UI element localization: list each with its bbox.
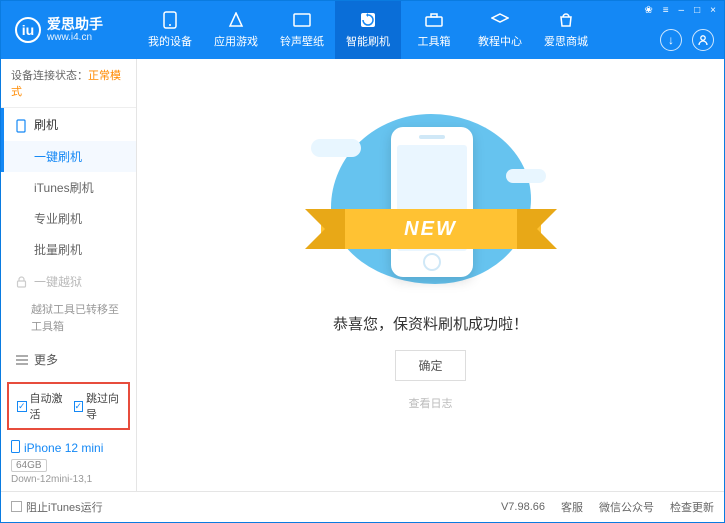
app-title: 爱思助手 bbox=[47, 16, 103, 33]
sidebar-item-pro-flash[interactable]: 专业刷机 bbox=[1, 203, 136, 234]
checkbox-block-itunes[interactable]: 阻止iTunes运行 bbox=[11, 499, 103, 515]
nav-toolbox[interactable]: 工具箱 bbox=[401, 1, 467, 59]
new-ribbon: NEW bbox=[321, 209, 541, 249]
sidebar-item-itunes-flash[interactable]: iTunes刷机 bbox=[1, 172, 136, 203]
status-bar: 阻止iTunes运行 V7.98.66 客服 微信公众号 检查更新 bbox=[1, 491, 724, 521]
device-name-text: iPhone 12 mini bbox=[24, 441, 103, 455]
phone-icon bbox=[160, 11, 180, 29]
checkbox-label: 跳过向导 bbox=[86, 390, 120, 422]
checkbox-empty-icon bbox=[11, 501, 22, 512]
wechat-link[interactable]: 微信公众号 bbox=[599, 499, 654, 515]
nav-apps[interactable]: 应用游戏 bbox=[203, 1, 269, 59]
section-label: 刷机 bbox=[34, 116, 58, 133]
device-meta: Down-12mini-13,1 bbox=[11, 474, 126, 485]
section-label: 更多 bbox=[34, 351, 58, 368]
view-log-link[interactable]: 查看日志 bbox=[409, 395, 453, 411]
nav-store[interactable]: 爱思商城 bbox=[533, 1, 599, 59]
toolbox-icon bbox=[424, 11, 444, 29]
menu-icon[interactable]: ≡ bbox=[659, 3, 673, 18]
sidebar-item-one-key-flash[interactable]: 一键刷机 bbox=[1, 141, 136, 172]
sidebar-item-other-tools[interactable]: 其他工具 bbox=[1, 376, 136, 378]
version-label: V7.98.66 bbox=[501, 501, 545, 513]
nav-tutorials[interactable]: 教程中心 bbox=[467, 1, 533, 59]
main-nav: 我的设备 应用游戏 铃声壁纸 智能刷机 工具箱 教程中心 爱思商城 bbox=[137, 1, 599, 59]
checkbox-label: 阻止iTunes运行 bbox=[26, 499, 103, 515]
nav-label: 工具箱 bbox=[418, 33, 451, 49]
apps-icon bbox=[226, 11, 246, 29]
app-header: iu 爱思助手 www.i4.cn 我的设备 应用游戏 铃声壁纸 智能刷机 工具… bbox=[1, 1, 724, 59]
nav-label: 教程中心 bbox=[478, 33, 522, 49]
close-button[interactable]: × bbox=[706, 3, 720, 18]
graduation-icon bbox=[490, 11, 510, 29]
phone-small-icon bbox=[11, 440, 20, 456]
section-label: 一键越狱 bbox=[34, 273, 82, 290]
nav-label: 铃声壁纸 bbox=[280, 33, 324, 49]
nav-label: 我的设备 bbox=[148, 33, 192, 49]
logo-area: iu 爱思助手 www.i4.cn bbox=[1, 16, 137, 45]
success-illustration: NEW bbox=[301, 109, 561, 289]
sidebar-section-jailbreak: 一键越狱 bbox=[1, 265, 136, 298]
device-storage-badge: 64GB bbox=[11, 459, 47, 472]
checkbox-label: 自动激活 bbox=[30, 390, 64, 422]
checkbox-auto-activate[interactable]: ✓自动激活 bbox=[17, 390, 64, 422]
nav-label: 智能刷机 bbox=[346, 33, 390, 49]
list-icon bbox=[16, 354, 28, 366]
device-card[interactable]: iPhone 12 mini 64GB Down-12mini-13,1 bbox=[1, 434, 136, 491]
wallpaper-icon bbox=[292, 11, 312, 29]
maximize-button[interactable]: □ bbox=[690, 3, 704, 18]
app-logo-icon: iu bbox=[15, 17, 41, 43]
phone-outline-icon bbox=[16, 119, 28, 131]
confirm-button[interactable]: 确定 bbox=[395, 350, 465, 381]
store-icon bbox=[556, 11, 576, 29]
customer-service-link[interactable]: 客服 bbox=[561, 499, 583, 515]
nav-my-device[interactable]: 我的设备 bbox=[137, 1, 203, 59]
nav-ringtones[interactable]: 铃声壁纸 bbox=[269, 1, 335, 59]
lock-icon bbox=[16, 276, 28, 288]
status-label: 设备连接状态： bbox=[11, 70, 88, 82]
download-icon[interactable]: ↓ bbox=[660, 29, 682, 51]
minimize-button[interactable]: – bbox=[675, 3, 689, 18]
sidebar: 设备连接状态：正常模式 刷机 一键刷机 iTunes刷机 专业刷机 批量刷机 一… bbox=[1, 59, 137, 491]
jailbreak-note: 越狱工具已转移至工具箱 bbox=[1, 298, 136, 343]
sidebar-item-batch-flash[interactable]: 批量刷机 bbox=[1, 234, 136, 265]
sidebar-section-more[interactable]: 更多 bbox=[1, 343, 136, 376]
flash-options-group: ✓自动激活 ✓跳过向导 bbox=[7, 382, 130, 430]
check-icon: ✓ bbox=[17, 401, 27, 412]
app-subtitle: www.i4.cn bbox=[47, 32, 103, 44]
check-update-link[interactable]: 检查更新 bbox=[670, 499, 714, 515]
header-right-icons: ↓ bbox=[660, 29, 714, 51]
window-controls: ❀ ≡ – □ × bbox=[640, 3, 720, 18]
settings-icon[interactable]: ❀ bbox=[640, 3, 656, 18]
nav-smart-flash[interactable]: 智能刷机 bbox=[335, 1, 401, 59]
nav-label: 应用游戏 bbox=[214, 33, 258, 49]
device-name: iPhone 12 mini bbox=[11, 440, 126, 456]
check-icon: ✓ bbox=[74, 401, 84, 412]
flash-icon bbox=[358, 11, 378, 29]
success-message: 恭喜您，保资料刷机成功啦！ bbox=[333, 313, 528, 334]
user-icon[interactable] bbox=[692, 29, 714, 51]
sidebar-section-flash[interactable]: 刷机 bbox=[1, 108, 136, 141]
connection-status: 设备连接状态：正常模式 bbox=[1, 59, 136, 108]
nav-label: 爱思商城 bbox=[544, 33, 588, 49]
main-content: NEW 恭喜您，保资料刷机成功啦！ 确定 查看日志 bbox=[137, 59, 724, 491]
checkbox-skip-guide[interactable]: ✓跳过向导 bbox=[74, 390, 121, 422]
